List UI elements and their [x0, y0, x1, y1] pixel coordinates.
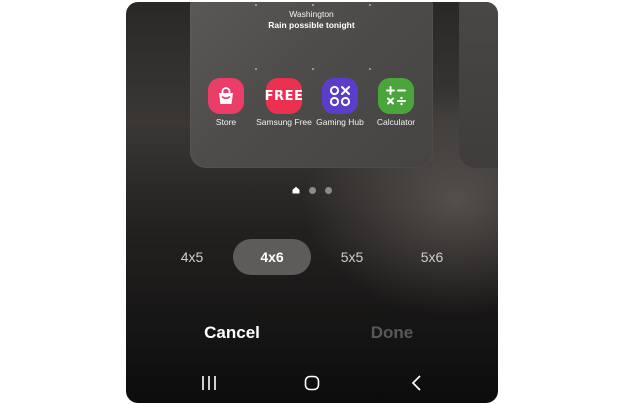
free-logo-icon: FREE [264, 78, 304, 114]
back-icon[interactable] [400, 368, 434, 398]
next-page-preview[interactable] [459, 2, 498, 168]
free-logo-text: FREE [264, 88, 304, 104]
grid-size-selector: 4x5 4x6 5x5 5x6 [126, 239, 498, 275]
app-gaming-hub[interactable]: Gaming Hub [308, 78, 372, 127]
app-label: Gaming Hub [316, 117, 364, 127]
shopping-bag-icon [208, 78, 244, 114]
grid-option-4x5[interactable]: 4x5 [162, 239, 222, 275]
home-icon[interactable] [295, 368, 329, 398]
navigation-bar [126, 368, 498, 398]
gaming-hub-icon [322, 78, 358, 114]
grid-option-4x6-selected[interactable]: 4x6 [233, 239, 311, 275]
app-samsung-free[interactable]: FREE Samsung Free [252, 78, 316, 127]
grid-option-5x6[interactable]: 5x6 [402, 239, 462, 275]
app-label: Calculator [376, 117, 416, 127]
weather-condition: Rain possible tonight [268, 20, 355, 30]
page-dot[interactable] [309, 186, 316, 194]
home-page-indicator-icon[interactable] [292, 186, 300, 194]
grid-guide-dot [255, 68, 257, 70]
phone-screen: Washington Rain possible tonight Store F… [126, 2, 498, 403]
page-dot[interactable] [325, 186, 332, 194]
grid-option-5x5[interactable]: 5x5 [322, 239, 382, 275]
done-button[interactable]: Done [342, 318, 442, 348]
page-indicator [126, 186, 498, 194]
recents-icon[interactable] [192, 368, 226, 398]
app-label: Store [215, 117, 237, 127]
grid-guide-dot [312, 4, 314, 6]
cancel-button[interactable]: Cancel [182, 318, 282, 348]
grid-guide-dot [369, 68, 371, 70]
calculator-icon [378, 78, 414, 114]
grid-guide-dot [312, 68, 314, 70]
app-store[interactable]: Store [194, 78, 258, 127]
grid-guide-dot [369, 4, 371, 6]
weather-city: Washington [289, 9, 334, 19]
grid-guide-dot [255, 4, 257, 6]
app-label: Samsung Free [256, 117, 312, 127]
app-calculator[interactable]: Calculator [364, 78, 428, 127]
